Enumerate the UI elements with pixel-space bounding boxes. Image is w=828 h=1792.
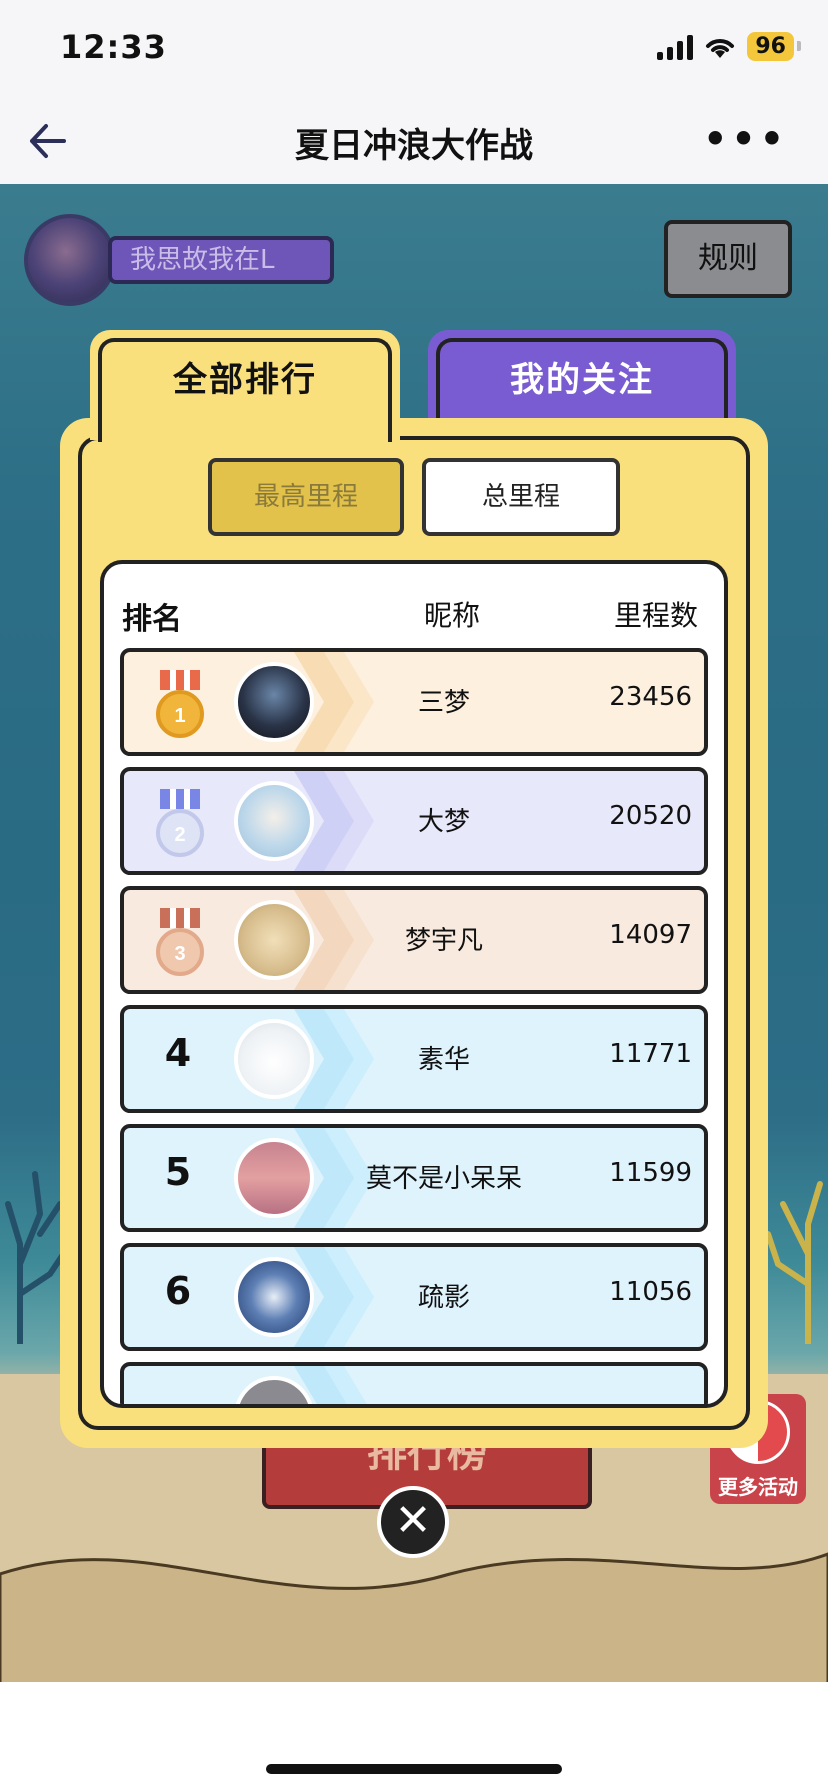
status-bar: 12:33 96 bbox=[0, 0, 828, 100]
distance-value: 11056 bbox=[609, 1277, 692, 1307]
nav-bar: 夏日冲浪大作战 ••• bbox=[0, 100, 828, 184]
svg-text:1: 1 bbox=[174, 705, 185, 727]
svg-text:3: 3 bbox=[174, 943, 185, 965]
rank-number: 6 bbox=[164, 1269, 192, 1313]
table-row[interactable]: 3 梦宇凡 14097 bbox=[120, 886, 708, 994]
user-name: 我思故我在L bbox=[108, 236, 334, 284]
avatar bbox=[234, 1257, 314, 1337]
nickname: 大梦 bbox=[417, 807, 470, 837]
coral-decoration bbox=[765, 1181, 823, 1344]
cellular-signal-icon bbox=[657, 34, 694, 60]
avatar bbox=[234, 781, 314, 861]
more-events-label: 更多活动 bbox=[718, 1475, 798, 1499]
header-rank: 排名 bbox=[122, 602, 182, 637]
header-distance: 里程数 bbox=[613, 599, 698, 632]
distance-value: 14097 bbox=[609, 920, 692, 950]
segment-total-distance[interactable]: 总里程 bbox=[422, 458, 620, 536]
silver-medal-icon: 2 bbox=[156, 789, 204, 857]
avatar bbox=[234, 1019, 314, 1099]
rank-number: 5 bbox=[164, 1150, 192, 1194]
bronze-medal-icon: 3 bbox=[156, 908, 204, 976]
table-row[interactable] bbox=[120, 1362, 708, 1404]
nickname: 疏影 bbox=[417, 1283, 470, 1313]
svg-text:2: 2 bbox=[174, 824, 185, 846]
more-options-icon[interactable]: ••• bbox=[703, 120, 788, 158]
bottom-safe-area bbox=[0, 1682, 828, 1792]
home-indicator[interactable] bbox=[266, 1764, 562, 1774]
avatar bbox=[234, 662, 314, 742]
tab-all-ranking-label: 全部排行 bbox=[173, 360, 317, 400]
tab-following[interactable]: 我的关注 bbox=[428, 330, 736, 420]
table-header: 排名 昵称 里程数 bbox=[104, 594, 724, 644]
tab-following-label: 我的关注 bbox=[510, 360, 654, 400]
distance-value: 11771 bbox=[609, 1039, 692, 1069]
battery-icon: 96 bbox=[747, 32, 801, 61]
segment-max-distance[interactable]: 最高里程 bbox=[208, 458, 404, 536]
wifi-icon bbox=[706, 38, 735, 58]
close-button[interactable]: ✕ bbox=[377, 1486, 449, 1558]
nickname: 素华 bbox=[417, 1045, 470, 1075]
table-row[interactable]: 4 素华 11771 bbox=[120, 1005, 708, 1113]
nickname: 梦宇凡 bbox=[404, 926, 483, 956]
table-row[interactable]: 1 三梦 23456 bbox=[120, 648, 708, 756]
user-avatar[interactable] bbox=[24, 214, 116, 306]
table-row[interactable]: 2 大梦 20520 bbox=[120, 767, 708, 875]
ranking-table: 排名 昵称 里程数 1 三梦 23456 2 大梦 20520 3 梦宇凡 14… bbox=[100, 560, 728, 1408]
status-icons: 96 bbox=[657, 32, 801, 61]
rank-number: 4 bbox=[164, 1031, 192, 1075]
nickname: 莫不是小呆呆 bbox=[365, 1164, 522, 1194]
header-nickname: 昵称 bbox=[424, 599, 481, 632]
table-row[interactable]: 6 疏影 11056 bbox=[120, 1243, 708, 1351]
avatar bbox=[234, 900, 314, 980]
avatar bbox=[234, 1138, 314, 1218]
ranking-rows: 1 三梦 23456 2 大梦 20520 3 梦宇凡 14097 4 素华 1… bbox=[120, 648, 708, 1404]
distance-value: 11599 bbox=[609, 1158, 692, 1188]
distance-value: 23456 bbox=[609, 682, 692, 712]
gold-medal-icon: 1 bbox=[156, 670, 204, 738]
nickname: 三梦 bbox=[417, 688, 470, 718]
tab-joint bbox=[98, 410, 392, 436]
table-row[interactable]: 5 莫不是小呆呆 11599 bbox=[120, 1124, 708, 1232]
distance-value: 20520 bbox=[609, 801, 692, 831]
rules-button[interactable]: 规则 bbox=[664, 220, 792, 298]
status-time: 12:33 bbox=[60, 28, 167, 66]
